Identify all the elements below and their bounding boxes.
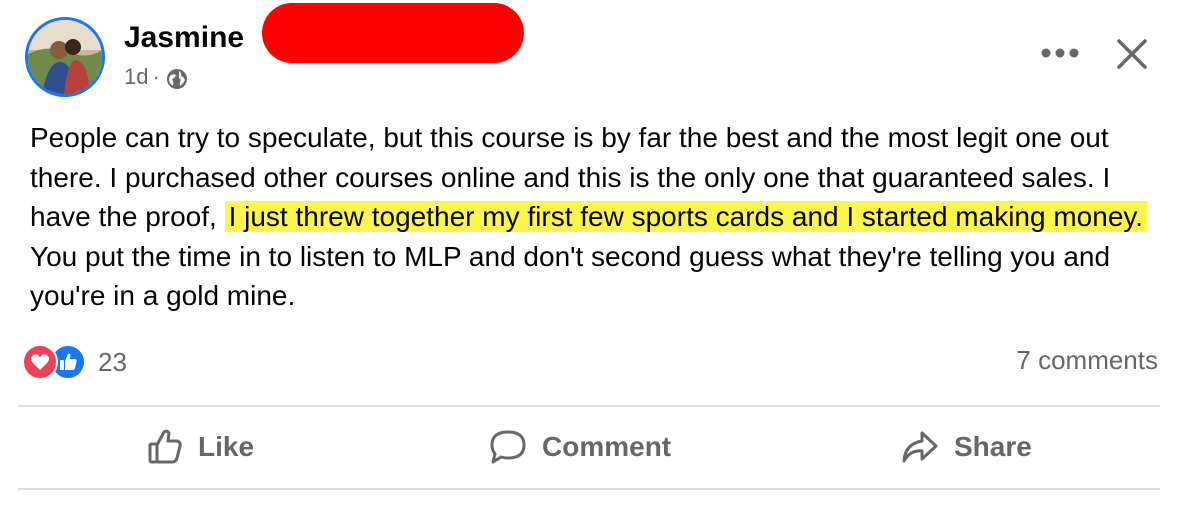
love-reaction-icon [22,344,58,380]
meta-separator: · [152,64,160,89]
action-bar: Like Comment Share [18,408,1160,486]
comment-button[interactable]: Comment [488,408,671,486]
share-label: Share [954,431,1032,462]
like-label: Like [198,431,255,462]
timestamp[interactable]: 1d [124,64,148,90]
comments-count[interactable]: 7 comments [1016,345,1158,376]
author-name[interactable]: Jasmine [124,20,244,56]
reaction-count: 23 [98,346,127,377]
divider [18,488,1160,490]
post-meta: 1d · [124,62,188,92]
facebook-post: Jasmine 1d · People can try to speculate… [0,0,1200,512]
divider [18,405,1160,407]
comment-icon [490,430,526,464]
avatar[interactable] [25,17,105,97]
share-button[interactable]: Share [900,408,1032,486]
reactions-summary[interactable]: 23 [22,343,127,381]
globe-icon[interactable] [166,68,188,90]
profile-photo [28,20,102,94]
thumbs-up-icon [148,429,182,464]
close-button[interactable] [1108,30,1156,78]
share-icon [902,431,938,463]
highlighted-text: I just threw together my first few sport… [224,201,1148,232]
close-icon [1117,39,1147,69]
redacted-name-overlay [262,3,524,63]
like-button[interactable]: Like [146,408,254,486]
more-horizontal-icon [1041,48,1079,58]
comment-label: Comment [542,431,672,462]
more-options-button[interactable] [1035,33,1085,73]
post-text: People can try to speculate, but this co… [30,118,1170,316]
post-text-after: You put the time in to listen to MLP and… [30,240,1111,312]
